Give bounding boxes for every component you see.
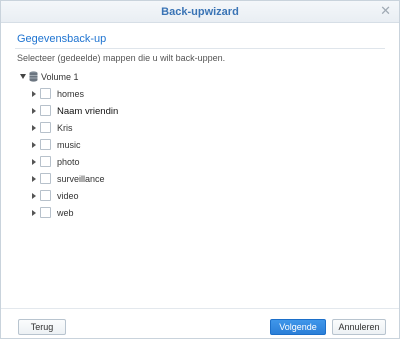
tree-row-naam-vriendin[interactable]: Naam vriendin (17, 105, 317, 119)
tree-row-music[interactable]: music (17, 139, 317, 153)
folder-label: surveillance (57, 174, 105, 184)
folder-label: homes (57, 89, 85, 99)
folder-label: Kris (57, 123, 73, 133)
folder-checkbox[interactable] (40, 190, 51, 201)
tree-row-homes[interactable]: homes (17, 88, 317, 102)
collapsed-arrow-icon[interactable] (32, 159, 36, 165)
collapsed-arrow-icon[interactable] (32, 91, 36, 97)
tree-node-volume[interactable]: Volume 1 (17, 71, 217, 85)
tree-row-video[interactable]: video (17, 190, 317, 204)
folder-checkbox[interactable] (40, 122, 51, 133)
title-bar: Back-upwizard ✕ (1, 1, 399, 23)
folder-checkbox[interactable] (40, 173, 51, 184)
collapsed-arrow-icon[interactable] (32, 125, 36, 131)
tree-row-surveillance[interactable]: surveillance (17, 173, 317, 187)
folder-checkbox[interactable] (40, 207, 51, 218)
window-title: Back-upwizard (161, 6, 239, 18)
folder-label: Naam vriendin (57, 106, 119, 117)
cancel-button[interactable]: Annuleren (332, 319, 386, 335)
collapsed-arrow-icon[interactable] (32, 193, 36, 199)
folder-checkbox[interactable] (40, 156, 51, 167)
back-button[interactable]: Terug (18, 319, 66, 335)
expand-arrow-icon[interactable] (20, 74, 26, 79)
next-button[interactable]: Volgende (270, 319, 326, 335)
tree-row-web[interactable]: web (17, 207, 317, 221)
folder-checkbox[interactable] (40, 139, 51, 150)
backup-wizard-window: Back-upwizard ✕ Gegevensback-up Selectee… (0, 0, 400, 339)
close-icon[interactable]: ✕ (380, 4, 391, 18)
folder-label: photo (57, 157, 80, 167)
folder-checkbox[interactable] (40, 88, 51, 99)
footer-divider (1, 308, 399, 309)
database-icon (29, 71, 38, 82)
collapsed-arrow-icon[interactable] (32, 142, 36, 148)
collapsed-arrow-icon[interactable] (32, 176, 36, 182)
section-divider (15, 48, 385, 49)
instruction-text: Selecteer (gedeelde) mappen die u wilt b… (17, 53, 226, 63)
tree-row-kris[interactable]: Kris (17, 122, 317, 136)
folder-checkbox[interactable] (40, 105, 51, 116)
folder-label: music (57, 140, 81, 150)
volume-label: Volume 1 (41, 72, 79, 82)
folder-label: web (57, 208, 74, 218)
collapsed-arrow-icon[interactable] (32, 210, 36, 216)
section-title: Gegevensback-up (17, 33, 107, 45)
tree-row-photo[interactable]: photo (17, 156, 317, 170)
folder-label: video (57, 191, 79, 201)
collapsed-arrow-icon[interactable] (32, 108, 36, 114)
